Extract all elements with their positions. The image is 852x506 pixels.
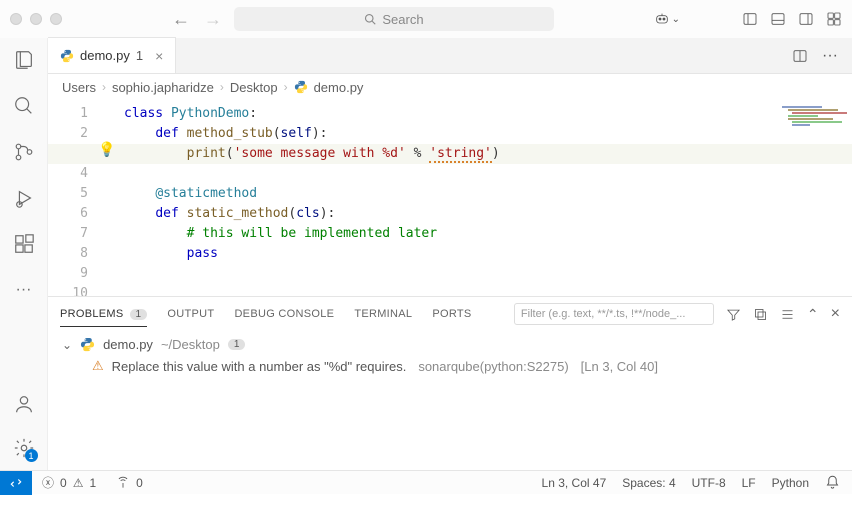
line-gutter: 12345678910 <box>48 100 98 296</box>
python-file-icon <box>294 80 308 94</box>
status-eol[interactable]: LF <box>742 476 756 490</box>
problem-item[interactable]: ⚠ Replace this value with a number as "%… <box>62 352 838 374</box>
warning-icon: ⚠ <box>73 476 84 490</box>
layout-icon[interactable] <box>826 11 842 27</box>
nav-back-icon[interactable]: ← <box>172 9 190 30</box>
panel-bottom-icon[interactable] <box>770 11 786 27</box>
explorer-icon[interactable] <box>12 48 36 72</box>
status-cursor[interactable]: Ln 3, Col 47 <box>542 476 607 490</box>
command-center-search[interactable]: Search <box>234 7 554 31</box>
python-file-icon <box>60 49 74 63</box>
run-debug-icon[interactable] <box>12 186 36 210</box>
nav-forward-icon[interactable]: → <box>204 9 222 30</box>
problem-source: sonarqube(python:S2275) <box>418 359 568 374</box>
minimize-window-icon[interactable] <box>30 13 42 25</box>
antenna-icon <box>116 476 130 490</box>
nav-arrows: ← → <box>172 9 222 30</box>
tab-close-icon[interactable]: × <box>155 48 163 64</box>
copilot-button[interactable]: ⌄ <box>654 11 680 27</box>
settings-badge: 1 <box>25 449 38 462</box>
status-problems[interactable]: ⓧ0 ⚠1 <box>32 474 106 491</box>
problems-list: ⌄ demo.py ~/Desktop 1 ⚠ Replace this val… <box>48 331 852 380</box>
lightbulb-icon[interactable]: 💡 <box>98 140 115 160</box>
tab-dirty-indicator: 1 <box>136 48 143 63</box>
tab-more-icon[interactable]: ··· <box>822 47 838 65</box>
python-file-icon <box>80 337 95 352</box>
split-editor-icon[interactable] <box>792 48 808 64</box>
panel-right-icon[interactable] <box>798 11 814 27</box>
account-icon[interactable] <box>12 392 36 416</box>
filter-icon[interactable] <box>726 307 741 322</box>
chevron-down-icon[interactable]: ⌄ <box>62 338 72 352</box>
editor-group: demo.py 1 × ··· Users› sophio.japharidze… <box>48 38 852 470</box>
problem-location: [Ln 3, Col 40] <box>581 359 658 374</box>
tab-terminal[interactable]: TERMINAL <box>354 308 412 320</box>
panel-maximize-icon[interactable]: ⌃ <box>807 306 819 323</box>
remote-indicator[interactable] <box>0 471 32 495</box>
titlebar-actions: ⌄ <box>654 11 842 27</box>
settings-gear-icon[interactable]: 1 <box>12 436 36 460</box>
tab-filename: demo.py <box>80 48 130 63</box>
search-icon <box>364 13 376 25</box>
breadcrumb[interactable]: Users› sophio.japharidze› Desktop› demo.… <box>48 74 852 100</box>
problem-message: Replace this value with a number as "%d"… <box>112 359 407 374</box>
search-placeholder: Search <box>382 12 423 27</box>
collapse-all-icon[interactable] <box>753 307 768 322</box>
problem-file-count: 1 <box>228 339 246 350</box>
status-bar: ⓧ0 ⚠1 0 Ln 3, Col 47 Spaces: 4 UTF-8 LF … <box>0 470 852 494</box>
bc-seg[interactable]: sophio.japharidze <box>112 80 214 95</box>
tab-ports[interactable]: PORTS <box>432 308 471 320</box>
panel-left-icon[interactable] <box>742 11 758 27</box>
code-content[interactable]: class PythonDemo: def method_stub(self):… <box>116 100 852 296</box>
tab-output[interactable]: OUTPUT <box>167 308 214 320</box>
panel-close-icon[interactable]: × <box>831 305 840 323</box>
bell-icon[interactable] <box>825 475 840 490</box>
problem-file-path: ~/Desktop <box>161 337 220 352</box>
bc-seg[interactable]: Users <box>62 80 96 95</box>
close-window-icon[interactable] <box>10 13 22 25</box>
zoom-window-icon[interactable] <box>50 13 62 25</box>
window-controls <box>10 13 62 25</box>
glyph-margin: 💡 <box>98 100 116 296</box>
tab-problems[interactable]: PROBLEMS1 <box>60 308 147 327</box>
tab-demo-py[interactable]: demo.py 1 × <box>48 37 176 73</box>
tabs-row: demo.py 1 × ··· <box>48 38 852 74</box>
problems-filter-input[interactable]: Filter (e.g. text, **/*.ts, !**/node_... <box>514 303 714 325</box>
bottom-panel: PROBLEMS1 OUTPUT DEBUG CONSOLE TERMINAL … <box>48 296 852 470</box>
problems-count-badge: 1 <box>130 309 148 320</box>
code-editor[interactable]: 12345678910 💡 class PythonDemo: def meth… <box>48 100 852 296</box>
overflow-icon[interactable]: ··· <box>12 278 36 302</box>
status-encoding[interactable]: UTF-8 <box>692 476 726 490</box>
activity-bar: ··· 1 <box>0 38 48 470</box>
warning-icon: ⚠ <box>92 358 104 374</box>
view-as-list-icon[interactable] <box>780 307 795 322</box>
status-ports[interactable]: 0 <box>106 476 153 490</box>
problem-file-name: demo.py <box>103 337 153 352</box>
status-indent[interactable]: Spaces: 4 <box>622 476 675 490</box>
search-activity-icon[interactable] <box>12 94 36 118</box>
error-icon: ⓧ <box>42 474 54 491</box>
tab-debug-console[interactable]: DEBUG CONSOLE <box>234 308 334 320</box>
source-control-icon[interactable] <box>12 140 36 164</box>
bc-seg[interactable]: Desktop <box>230 80 278 95</box>
titlebar: ← → Search ⌄ <box>0 0 852 38</box>
minimap[interactable] <box>782 106 842 136</box>
extensions-icon[interactable] <box>12 232 36 256</box>
bc-seg[interactable]: demo.py <box>314 80 364 95</box>
problem-file-row[interactable]: ⌄ demo.py ~/Desktop 1 <box>62 337 838 352</box>
status-language[interactable]: Python <box>772 476 809 490</box>
panel-tabs: PROBLEMS1 OUTPUT DEBUG CONSOLE TERMINAL … <box>48 297 852 331</box>
